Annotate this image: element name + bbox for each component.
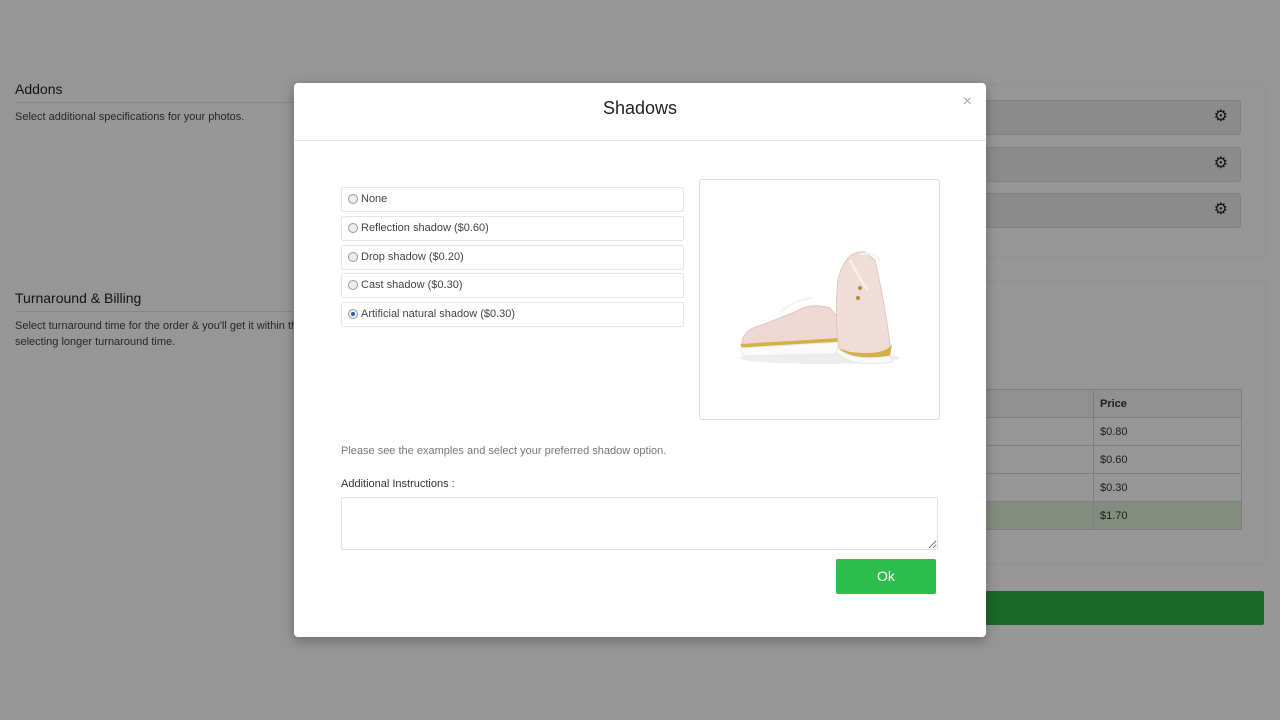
option-label: Cast shadow ($0.30) bbox=[361, 279, 463, 291]
radio-button[interactable] bbox=[348, 252, 358, 262]
option-label: None bbox=[361, 193, 388, 205]
shadow-option-artificial-natural[interactable]: Artificial natural shadow ($0.30) bbox=[341, 302, 684, 327]
modal-title: Shadows bbox=[602, 98, 678, 118]
option-label: Artificial natural shadow ($0.30) bbox=[361, 308, 516, 320]
shadow-option-cast[interactable]: Cast shadow ($0.30) bbox=[341, 273, 684, 298]
close-icon[interactable]: × bbox=[963, 93, 972, 111]
shadow-option-drop[interactable]: Drop shadow ($0.20) bbox=[341, 245, 684, 270]
option-label: Reflection shadow ($0.60) bbox=[361, 222, 489, 234]
additional-instructions-label: Additional Instructions : bbox=[341, 478, 455, 490]
additional-instructions-input[interactable] bbox=[341, 497, 938, 550]
shadows-modal: Shadows × None Reflection shadow ($0.60)… bbox=[294, 83, 986, 637]
shadow-hint-text: Please see the examples and select your … bbox=[341, 445, 667, 457]
shadow-option-reflection[interactable]: Reflection shadow ($0.60) bbox=[341, 216, 684, 241]
option-label: Drop shadow ($0.20) bbox=[361, 251, 464, 263]
shadow-option-none[interactable]: None bbox=[341, 187, 684, 212]
modal-header: Shadows × bbox=[294, 83, 986, 141]
radio-button[interactable] bbox=[348, 223, 358, 233]
radio-button[interactable] bbox=[348, 280, 358, 290]
radio-button[interactable] bbox=[348, 194, 358, 204]
shadow-preview-image bbox=[699, 179, 940, 420]
radio-button-checked[interactable] bbox=[348, 309, 358, 319]
shoes-illustration bbox=[739, 251, 900, 365]
ok-button[interactable]: Ok bbox=[836, 559, 936, 594]
